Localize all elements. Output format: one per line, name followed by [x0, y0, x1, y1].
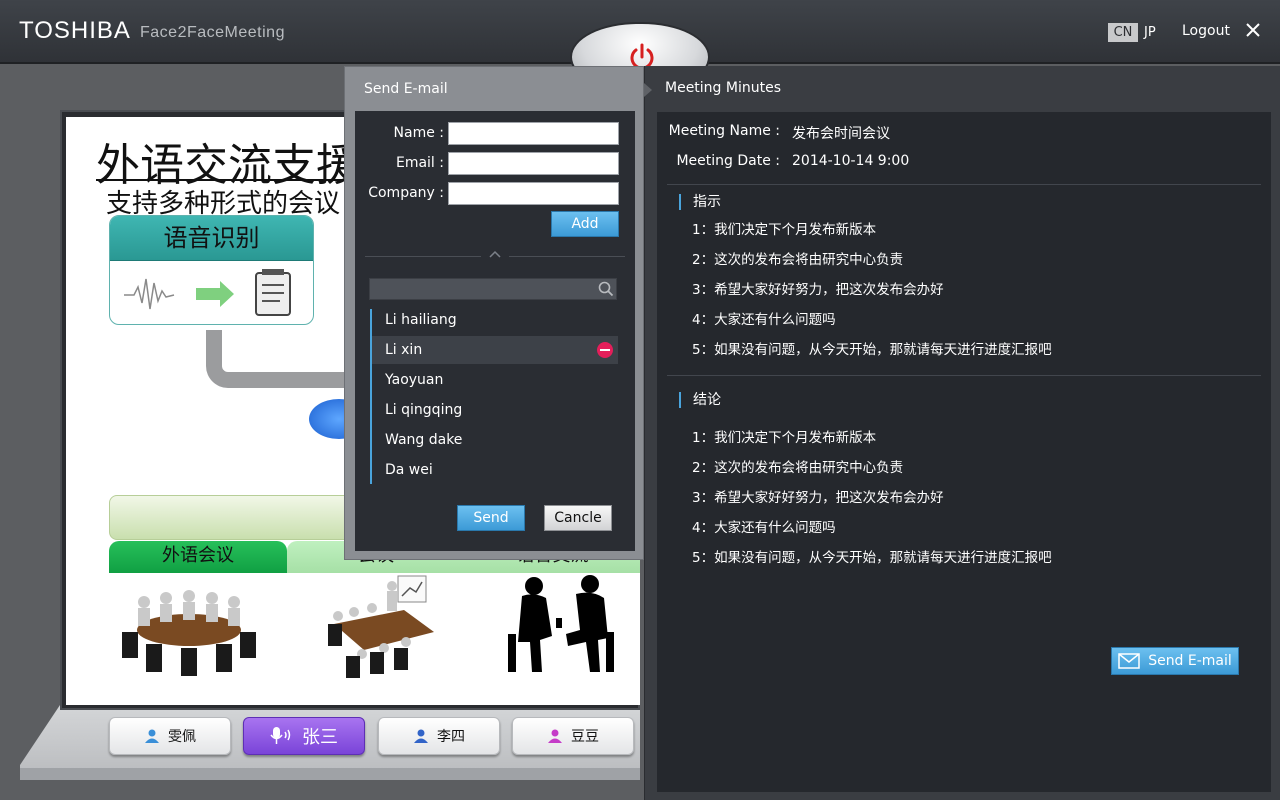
cancel-button[interactable]: Cancle	[544, 505, 612, 531]
section-divider	[667, 375, 1261, 376]
language-cn-button[interactable]: CN	[1108, 23, 1138, 42]
slide-tab-foreign-meeting: 外语会议	[109, 541, 287, 573]
section-heading-instructions: 指示	[679, 194, 721, 210]
send-email-button[interactable]: Send E-mail	[1111, 647, 1239, 675]
email-label: Email :	[395, 155, 444, 171]
divider-left	[365, 256, 481, 257]
minutes-body: Meeting Name : 发布会时间会议 Meeting Date : 20…	[657, 112, 1271, 792]
list-item: 1：我们决定下个月发布新版本	[692, 430, 877, 446]
name-field[interactable]	[448, 122, 619, 145]
user-button-lisi[interactable]: 李四	[378, 717, 500, 755]
brand-logo: TOSHIBA	[19, 17, 131, 44]
meeting-date-label: Meeting Date :	[676, 153, 780, 169]
roundtable-meeting-image	[122, 590, 256, 676]
meeting-date-value: 2014-10-14 9:00	[792, 153, 910, 169]
panel-title: Meeting Minutes	[665, 80, 782, 96]
contact-name: Li xin	[385, 342, 423, 358]
list-item[interactable]: Yaoyuan	[372, 366, 618, 394]
meeting-name-value: 发布会时间会议	[792, 126, 890, 142]
language-jp-button[interactable]: JP	[1144, 23, 1164, 42]
envelope-icon	[1118, 653, 1140, 669]
list-item: 4：大家还有什么问题吗	[692, 312, 836, 328]
speech-recognition-box: 语音识别	[109, 215, 314, 325]
list-item: 2：这次的发布会将由研究中心负责	[692, 460, 904, 476]
remove-icon[interactable]	[597, 342, 613, 358]
caret-up-icon[interactable]	[487, 248, 503, 260]
list-item: 3：希望大家好好努力，把这次发布会办好	[692, 282, 944, 298]
company-label: Company :	[368, 185, 444, 201]
divider-right	[509, 256, 625, 257]
list-item[interactable]: Li hailiang	[372, 306, 618, 334]
dialog-body: Name : Email : Company : Add Li hailiang…	[355, 111, 635, 551]
list-item: 3：希望大家好好努力，把这次发布会办好	[692, 490, 944, 506]
user-button-doudou[interactable]: 豆豆	[512, 717, 634, 755]
user-button-wenpei[interactable]: 雯佩	[109, 717, 231, 755]
list-item: 1：我们决定下个月发布新版本	[692, 222, 877, 238]
microphone-icon	[270, 727, 291, 744]
user-icon	[548, 729, 562, 743]
user-name: 李四	[437, 729, 465, 745]
contact-list: Li hailiang Li xin Yaoyuan Li qingqing W…	[370, 309, 618, 484]
send-email-dialog: Send E-mail Name : Email : Company : Add…	[344, 66, 644, 560]
user-icon	[145, 729, 159, 743]
user-name: 张三	[302, 727, 338, 748]
list-item[interactable]: Wang dake	[372, 426, 618, 454]
list-item-selected[interactable]: Li xin	[372, 336, 618, 364]
user-name: 豆豆	[571, 729, 599, 745]
panel-pointer	[644, 83, 652, 97]
company-field[interactable]	[448, 182, 619, 205]
dialog-title: Send E-mail	[364, 81, 448, 97]
list-item: 4：大家还有什么问题吗	[692, 520, 836, 536]
list-item[interactable]: Li qingqing	[372, 396, 618, 424]
list-item: 2：这次的发布会将由研究中心负责	[692, 252, 904, 268]
user-button-zhangsan[interactable]: 张三	[243, 717, 365, 755]
user-name: 雯佩	[168, 729, 196, 745]
section-divider	[667, 184, 1261, 185]
name-label: Name :	[393, 125, 444, 141]
logout-button[interactable]: Logout	[1182, 23, 1230, 39]
user-icon	[414, 729, 428, 743]
speech-recognition-label: 语音识别	[110, 216, 313, 261]
contact-search-input[interactable]	[369, 278, 617, 300]
speech-to-text-illustration	[124, 269, 291, 316]
add-button[interactable]: Add	[551, 211, 619, 237]
email-field[interactable]	[448, 152, 619, 175]
presentation-meeting-image	[328, 575, 434, 678]
meeting-minutes-panel: Meeting Minutes Meeting Name : 发布会时间会议 M…	[644, 66, 1280, 800]
app-name: Face2FaceMeeting	[140, 24, 285, 41]
close-icon[interactable]	[1244, 21, 1262, 39]
send-email-label: Send E-mail	[1148, 653, 1232, 669]
meeting-name-label: Meeting Name :	[668, 123, 780, 139]
conversation-image	[508, 575, 614, 672]
list-item: 5：如果没有问题，从今天开始，那就请每天进行进度汇报吧	[692, 550, 1052, 566]
list-item: 5：如果没有问题，从今天开始，那就请每天进行进度汇报吧	[692, 342, 1052, 358]
search-icon[interactable]	[598, 281, 614, 297]
send-button[interactable]: Send	[457, 505, 525, 531]
list-item[interactable]: Da wei	[372, 456, 618, 484]
section-heading-conclusion: 结论	[679, 392, 721, 408]
